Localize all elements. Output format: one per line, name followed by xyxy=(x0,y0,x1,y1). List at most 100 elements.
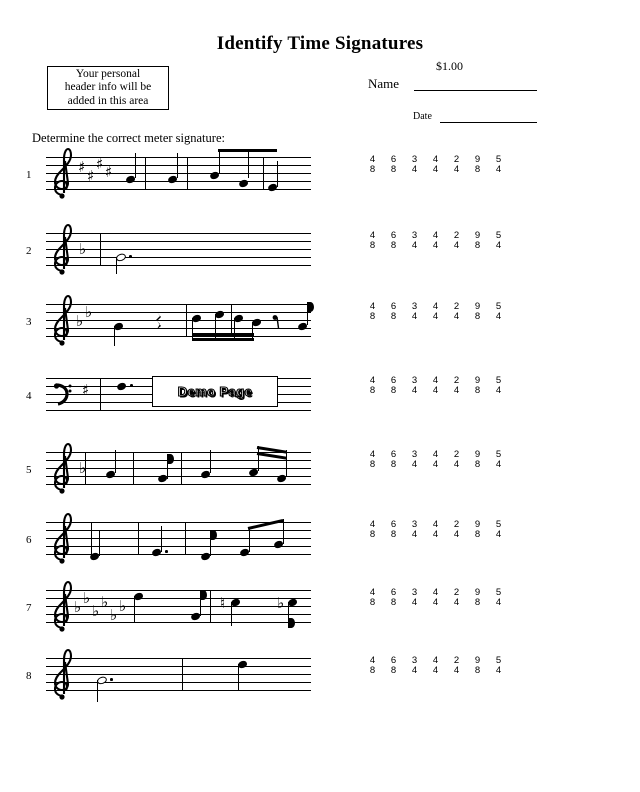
answer-option[interactable]: 98 xyxy=(467,376,488,396)
answer-options-2: 48683444249854 xyxy=(362,231,509,251)
note-stem xyxy=(248,527,250,552)
answer-option[interactable]: 68 xyxy=(383,155,404,175)
answer-option[interactable]: 98 xyxy=(467,520,488,540)
treble-clef-icon xyxy=(53,512,73,564)
staff-6 xyxy=(46,512,311,564)
answer-option[interactable]: 54 xyxy=(488,588,509,608)
exercise-number-4: 4 xyxy=(26,390,32,402)
header-box-line-1: Your personal xyxy=(75,67,141,80)
answer-option[interactable]: 34 xyxy=(404,656,425,676)
staff-2: ♭ xyxy=(46,223,311,275)
note-stem xyxy=(218,149,220,174)
answer-options-7: 48683444249854 xyxy=(362,588,509,608)
augmentation-dot xyxy=(130,384,133,387)
answer-option[interactable]: 48 xyxy=(362,376,383,396)
page-title: Identify Time Signatures xyxy=(216,33,424,54)
answer-option[interactable]: 48 xyxy=(362,450,383,470)
answer-option[interactable]: 24 xyxy=(446,520,467,540)
answer-option[interactable]: 68 xyxy=(383,656,404,676)
answer-option[interactable]: 44 xyxy=(425,520,446,540)
note-stem xyxy=(238,664,240,690)
answer-option[interactable]: 44 xyxy=(425,450,446,470)
answer-options-8: 48683444249854 xyxy=(362,656,509,676)
exercise-number-8: 8 xyxy=(26,670,32,682)
answer-option[interactable]: 54 xyxy=(488,302,509,322)
answer-option[interactable]: 44 xyxy=(425,302,446,322)
answer-option[interactable]: 68 xyxy=(383,302,404,322)
instruction-text: Determine the correct meter signature: xyxy=(32,131,225,145)
answer-option[interactable]: 44 xyxy=(425,155,446,175)
bass-clef-icon xyxy=(53,383,72,406)
note-stem xyxy=(114,326,116,346)
answer-option[interactable]: 98 xyxy=(467,588,488,608)
answer-option[interactable]: 24 xyxy=(446,155,467,175)
answer-option[interactable]: 54 xyxy=(488,155,509,175)
name-write-in-line[interactable] xyxy=(414,90,537,91)
beam xyxy=(247,518,284,530)
answer-option[interactable]: 24 xyxy=(446,656,467,676)
eighth-flag xyxy=(167,454,174,464)
answer-option[interactable]: 48 xyxy=(362,231,383,251)
answer-option[interactable]: 24 xyxy=(446,376,467,396)
answer-option[interactable]: 54 xyxy=(488,231,509,251)
answer-option[interactable]: 24 xyxy=(446,450,467,470)
answer-option[interactable]: 44 xyxy=(425,656,446,676)
answer-option[interactable]: 34 xyxy=(404,450,425,470)
answer-option[interactable]: 24 xyxy=(446,302,467,322)
answer-option[interactable]: 48 xyxy=(362,155,383,175)
answer-option[interactable]: 54 xyxy=(488,520,509,540)
answer-options-3: 48683444249854 xyxy=(362,302,509,322)
answer-option[interactable]: 34 xyxy=(404,376,425,396)
exercise-row-5: 5 ♭ 48683444249854 xyxy=(0,442,640,502)
answer-option[interactable]: 34 xyxy=(404,520,425,540)
quarter-rest-icon xyxy=(156,312,161,329)
answer-options-4: 48683444249854 xyxy=(362,376,509,396)
date-write-in-line[interactable] xyxy=(440,122,537,123)
answer-option[interactable]: 34 xyxy=(404,302,425,322)
note-stem xyxy=(247,149,249,178)
exercise-row-2: 2 ♭ 48683444249854 xyxy=(0,223,640,283)
answer-option[interactable]: 98 xyxy=(467,302,488,322)
answer-option[interactable]: 68 xyxy=(383,450,404,470)
answer-option[interactable]: 54 xyxy=(488,376,509,396)
answer-option[interactable]: 34 xyxy=(404,155,425,175)
answer-option[interactable]: 98 xyxy=(467,450,488,470)
note-stem xyxy=(114,450,116,473)
note-stem xyxy=(257,446,259,471)
answer-option[interactable]: 68 xyxy=(383,588,404,608)
answer-option[interactable]: 48 xyxy=(362,588,383,608)
exercise-number-6: 6 xyxy=(26,534,32,546)
eighth-flag xyxy=(200,590,207,600)
answer-option[interactable]: 48 xyxy=(362,656,383,676)
answer-option[interactable]: 24 xyxy=(446,231,467,251)
note-stem xyxy=(276,161,278,187)
staff-7: ♭ ♭ ♭ ♭ ♭ ♭ ♮ ♭ xyxy=(46,580,311,632)
note-stem xyxy=(134,596,136,622)
answer-option[interactable]: 48 xyxy=(362,302,383,322)
answer-option[interactable]: 44 xyxy=(425,376,446,396)
answer-option[interactable]: 44 xyxy=(425,231,446,251)
treble-clef-icon xyxy=(53,648,73,700)
answer-option[interactable]: 68 xyxy=(383,376,404,396)
header-box-line-2: header info will be xyxy=(64,81,152,94)
answer-option[interactable]: 98 xyxy=(467,231,488,251)
note-stem xyxy=(134,153,136,178)
answer-option[interactable]: 48 xyxy=(362,520,383,540)
answer-option[interactable]: 68 xyxy=(383,520,404,540)
answer-option[interactable]: 44 xyxy=(425,588,446,608)
answer-option[interactable]: 98 xyxy=(467,656,488,676)
treble-clef-icon xyxy=(53,294,73,346)
header-box-line-3: added in this area xyxy=(67,94,149,107)
answer-option[interactable]: 54 xyxy=(488,450,509,470)
answer-options-6: 48683444249854 xyxy=(362,520,509,540)
answer-option[interactable]: 54 xyxy=(488,656,509,676)
exercise-row-6: 6 48683444249854 xyxy=(0,512,640,572)
answer-option[interactable]: 34 xyxy=(404,231,425,251)
demo-watermark-box: Demo Page xyxy=(152,376,278,407)
answer-option[interactable]: 68 xyxy=(383,231,404,251)
answer-option[interactable]: 98 xyxy=(467,155,488,175)
note-stem xyxy=(282,519,284,544)
answer-option[interactable]: 24 xyxy=(446,588,467,608)
beam xyxy=(218,149,277,152)
answer-option[interactable]: 34 xyxy=(404,588,425,608)
